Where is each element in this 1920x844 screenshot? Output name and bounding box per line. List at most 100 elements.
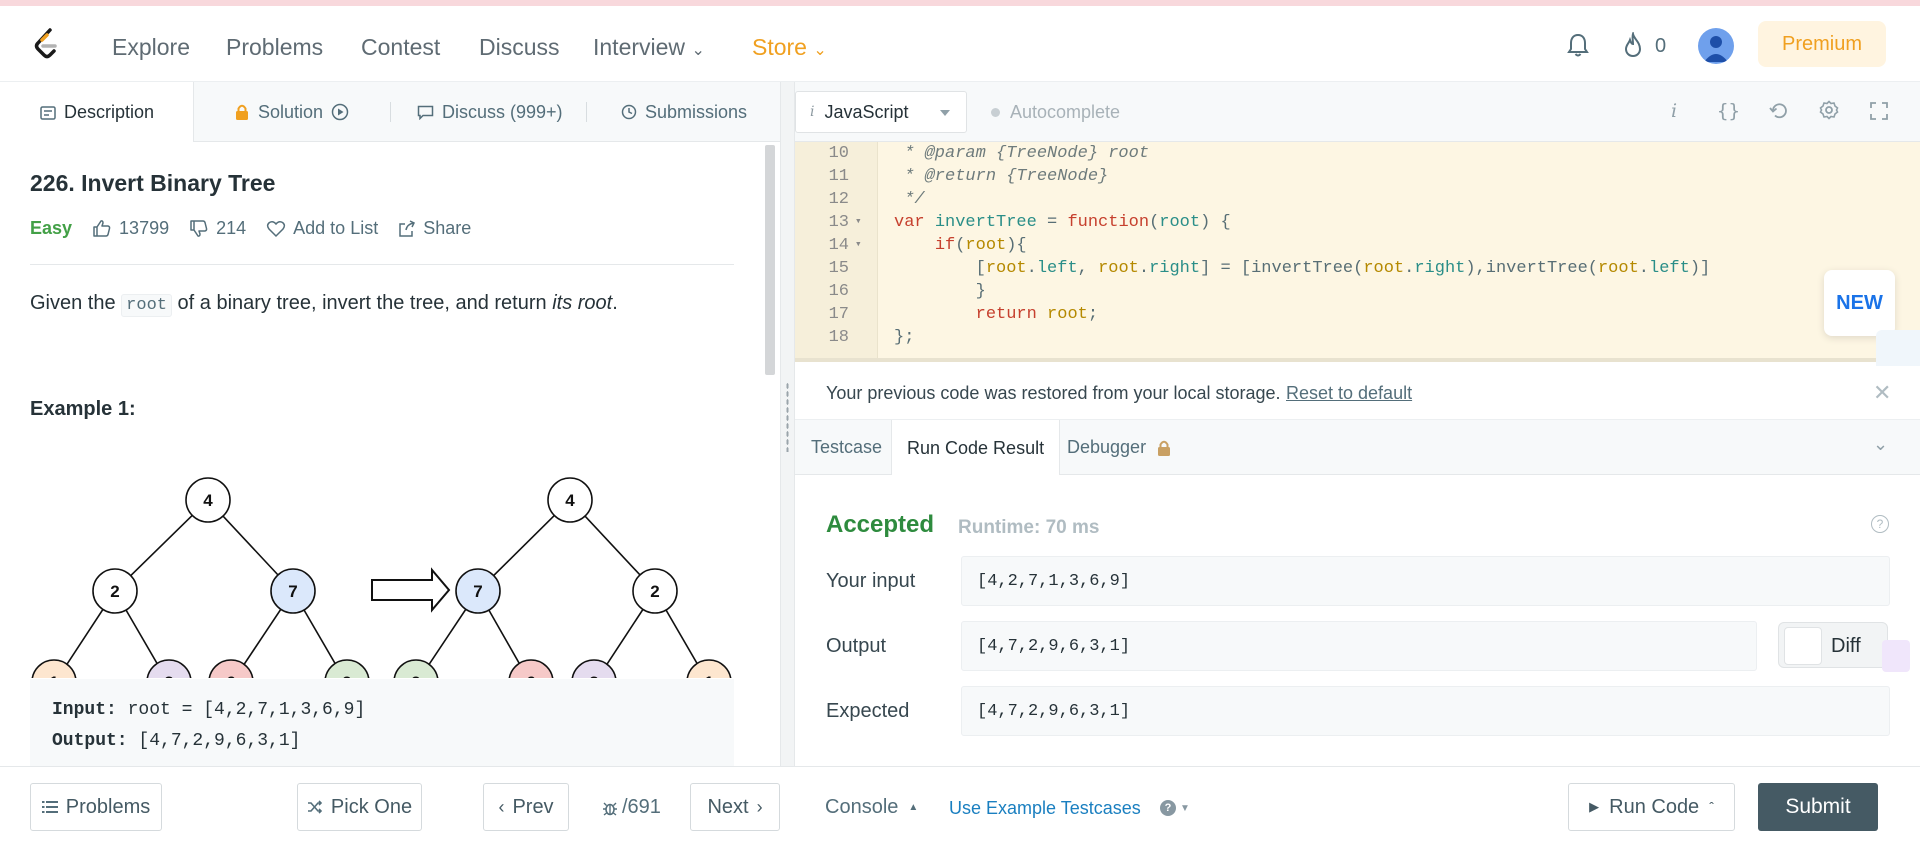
- code-line-text: if(root){: [934, 236, 1027, 255]
- premium-button[interactable]: Premium: [1758, 21, 1886, 67]
- nav-explore[interactable]: Explore: [112, 34, 190, 61]
- code-line-text: }: [975, 282, 986, 301]
- tree-node: 4: [203, 491, 213, 510]
- tab-description-label: Description: [64, 102, 155, 122]
- pick-one-button[interactable]: Pick One: [297, 783, 422, 831]
- tab-discuss[interactable]: Discuss (999+): [417, 82, 563, 142]
- nav-problems[interactable]: Problems: [226, 34, 323, 61]
- like-button[interactable]: 13799: [92, 218, 169, 239]
- tree-node: 3: [589, 673, 598, 678]
- code-line-text: [root.left, root.right] = [invertTree(ro…: [975, 259, 1711, 278]
- nav-discuss[interactable]: Discuss: [479, 34, 560, 61]
- share-button[interactable]: Share: [398, 218, 471, 239]
- example-io-block: Input: root = [4,2,7,1,3,6,9] Output: [4…: [30, 679, 734, 766]
- expected-value: [4,7,2,9,6,3,1]: [961, 686, 1890, 736]
- fold-arrow-icon[interactable]: ▾: [855, 211, 862, 234]
- example-heading: Example 1:: [30, 398, 136, 420]
- desc-text: .: [612, 292, 618, 314]
- diff-label: Diff: [1831, 635, 1861, 657]
- help-dropdown[interactable]: ? ▼: [1160, 800, 1190, 816]
- comment-icon: [417, 105, 434, 120]
- tab-submissions[interactable]: Submissions: [621, 82, 747, 142]
- submit-button[interactable]: Submit: [1758, 783, 1878, 831]
- autocomplete-toggle[interactable]: Autocomplete: [991, 102, 1120, 123]
- panel-splitter[interactable]: [780, 82, 795, 766]
- line-number: 12: [828, 190, 849, 209]
- dislike-button[interactable]: 214: [189, 218, 246, 239]
- leetcode-logo[interactable]: [30, 26, 66, 62]
- close-icon[interactable]: ✕: [1873, 380, 1891, 406]
- diff-checkbox[interactable]: [1784, 627, 1822, 665]
- bell-icon[interactable]: [1566, 32, 1590, 58]
- chevron-left-icon: ‹: [498, 796, 505, 817]
- difficulty-badge: Easy: [30, 218, 73, 238]
- reset-icon[interactable]: [1769, 102, 1789, 120]
- floating-widget[interactable]: [1882, 640, 1910, 672]
- problem-meta: Easy 13799 214 Add to List Share: [30, 218, 471, 239]
- diff-toggle[interactable]: Diff: [1778, 622, 1888, 668]
- info-icon[interactable]: i: [1671, 100, 1677, 122]
- desc-text: Given the: [30, 292, 122, 314]
- add-to-list-button[interactable]: Add to List: [266, 218, 378, 239]
- chevron-right-icon: ›: [756, 796, 763, 817]
- next-button[interactable]: Next ›: [690, 783, 780, 831]
- problem-title: 226. Invert Binary Tree: [30, 170, 276, 196]
- tree-node: 6: [226, 673, 235, 678]
- tab-solution[interactable]: Solution: [234, 82, 349, 142]
- code-editor[interactable]: * @param {TreeNode} root * @return {Tree…: [795, 142, 1920, 362]
- help-icon[interactable]: ?: [1871, 515, 1889, 533]
- chevron-down-icon[interactable]: ⌄: [1873, 434, 1888, 455]
- braces-icon[interactable]: {}: [1717, 100, 1740, 122]
- chevron-up-icon: ˆ: [1709, 799, 1714, 815]
- console-label: Console: [825, 796, 899, 818]
- language-select[interactable]: i JavaScript: [795, 91, 967, 133]
- line-number: 18: [828, 328, 849, 347]
- fullscreen-icon[interactable]: [1870, 102, 1888, 120]
- tab-description[interactable]: Description: [0, 82, 194, 143]
- fold-arrow-icon[interactable]: ▾: [855, 234, 862, 257]
- chevron-down-icon: ⌄: [813, 42, 827, 59]
- code-line-text: */: [894, 190, 925, 209]
- problems-button[interactable]: Problems: [30, 783, 162, 831]
- result-runtime: Runtime: 70 ms: [958, 517, 1100, 538]
- prev-button[interactable]: ‹ Prev: [483, 783, 569, 831]
- console-toggle[interactable]: Console ▲: [825, 796, 918, 819]
- code-line-text: * @return {TreeNode}: [894, 167, 1109, 186]
- tree-node: 2: [110, 582, 119, 601]
- problems-button-label: Problems: [65, 795, 151, 818]
- nav-interview[interactable]: Interview ⌄: [593, 34, 705, 61]
- your-input-label: Your input: [826, 570, 916, 592]
- document-icon: [40, 105, 56, 120]
- tab-testcase[interactable]: Testcase: [811, 420, 882, 475]
- bug-icon: [603, 802, 617, 816]
- description-scrollbar[interactable]: [765, 145, 775, 375]
- tab-debugger-label: Debugger: [1067, 437, 1147, 457]
- fire-count: 0: [1655, 35, 1667, 57]
- reset-to-default-link[interactable]: Reset to default: [1286, 383, 1412, 404]
- desc-text: of a binary tree, invert the tree, and r…: [171, 292, 553, 314]
- tab-discuss-label: Discuss (999+): [442, 101, 563, 122]
- tree-node: 3: [164, 673, 173, 678]
- tree-node: 7: [473, 582, 482, 601]
- help-icon: ?: [1160, 800, 1176, 816]
- inline-code: root: [121, 294, 172, 317]
- problem-pager[interactable]: /691: [602, 796, 661, 819]
- fire-icon[interactable]: [1622, 32, 1644, 58]
- play-icon: ▶: [1589, 799, 1600, 814]
- caret-down-icon: ▼: [1180, 802, 1190, 814]
- shuffle-icon: [307, 800, 323, 814]
- nav-contest[interactable]: Contest: [361, 34, 440, 61]
- chevron-down-icon: ⌄: [691, 42, 705, 59]
- tree-node: 1: [704, 673, 713, 678]
- avatar[interactable]: [1698, 28, 1734, 64]
- gear-icon[interactable]: [1819, 100, 1839, 120]
- run-code-label: Run Code: [1609, 795, 1700, 818]
- use-example-testcases-link[interactable]: Use Example Testcases: [949, 798, 1141, 819]
- run-code-button[interactable]: ▶ Run Code ˆ: [1568, 783, 1735, 831]
- new-badge[interactable]: NEW: [1824, 270, 1895, 336]
- autocomplete-label: Autocomplete: [1010, 102, 1121, 122]
- tab-run-code-result[interactable]: Run Code Result: [891, 420, 1061, 476]
- tab-debugger[interactable]: Debugger: [1067, 420, 1172, 475]
- nav-store[interactable]: Store ⌄: [752, 34, 827, 61]
- line-number: 14: [828, 236, 849, 255]
